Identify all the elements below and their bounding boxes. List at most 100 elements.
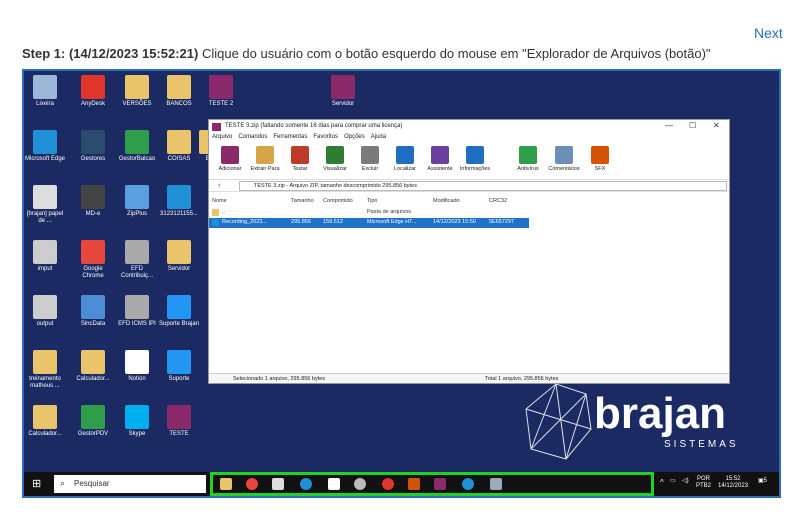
toolbar-button[interactable]: Testar <box>283 146 317 172</box>
app-shortcut-icon <box>81 350 105 374</box>
desktop-icon[interactable]: EFD ICMS IPI <box>116 295 158 328</box>
search-box[interactable]: ⌕ Pesquisar <box>54 475 206 493</box>
toolbar-button[interactable]: Visualizar <box>318 146 352 172</box>
clock[interactable]: 15:52 14/12/2023 <box>718 476 748 490</box>
taskbar: ⊞ ⌕ Pesquisar ^ ▭ ◁) POR PTB2 15:52 14/1… <box>24 472 779 496</box>
column-header[interactable]: Tipo <box>367 198 378 204</box>
toolbar-button[interactable]: Extrair Para <box>248 146 282 172</box>
windows-start-icon[interactable]: ⊞ <box>32 478 44 490</box>
desktop-icon[interactable]: Notion <box>116 350 158 383</box>
app-shortcut-icon <box>33 75 57 99</box>
address-bar: ↑ TESTE 3.zip - Arquivo ZIP, tamanho des… <box>209 180 729 192</box>
maximize-icon[interactable]: ☐ <box>689 121 696 130</box>
column-header[interactable]: Modificado <box>433 198 460 204</box>
desktop-icon[interactable]: Servidor <box>158 240 200 273</box>
menu-item[interactable]: Favoritos <box>313 134 338 140</box>
status-left: Selecionado 1 arquivo, 295.856 bytes <box>233 376 326 382</box>
settings-gear-icon[interactable] <box>354 478 366 490</box>
desktop-icon[interactable]: Suporte <box>158 350 200 383</box>
app2-icon[interactable] <box>490 478 502 490</box>
close-icon[interactable]: ✕ <box>713 121 720 130</box>
toolbar-icon <box>591 146 609 164</box>
toolbar-icon <box>291 146 309 164</box>
toolbar-button[interactable]: Comentários <box>547 146 581 172</box>
desktop-icon[interactable]: Google Chrome <box>72 240 114 280</box>
desktop-icon[interactable]: ZipPlus <box>116 185 158 218</box>
desktop-icon[interactable]: EFD Contribuiç... <box>116 240 158 280</box>
desktop-icon[interactable]: Microsoft Edge <box>24 130 66 163</box>
desktop-icon[interactable]: Gestores <box>72 130 114 163</box>
toolbar-button[interactable]: SFX <box>583 146 617 172</box>
step-title: Step 1: (14/12/2023 15:52:21) <box>22 46 199 61</box>
task-view-icon[interactable] <box>272 478 284 490</box>
desktop-icon[interactable]: output <box>24 295 66 328</box>
desktop-icon-label: Servidor <box>331 101 355 107</box>
next-link[interactable]: Next <box>754 25 783 41</box>
desktop-icon[interactable]: Skype <box>116 405 158 438</box>
toolbar-button[interactable]: Localizar <box>388 146 422 172</box>
toolbar-button[interactable]: Adicionar <box>213 146 247 172</box>
column-header[interactable]: CRC32 <box>489 198 507 204</box>
app-shortcut-icon <box>81 75 105 99</box>
desktop-icon[interactable]: Calculador... <box>24 405 66 438</box>
desktop-icon-label: Google Chrome <box>82 266 104 279</box>
app-shortcut-icon <box>125 130 149 154</box>
menu-item[interactable]: Ferramentas <box>273 134 307 140</box>
menu-item[interactable]: Ajuda <box>371 134 386 140</box>
desktop-icon[interactable]: TESTE <box>158 405 200 438</box>
toolbar-button[interactable]: Assistente <box>423 146 457 172</box>
window-titlebar: TESTE 3.zip (faltando somente 16 dias pa… <box>209 120 729 134</box>
desktop-icon[interactable]: GestorPDV <box>72 405 114 438</box>
column-header[interactable]: Comprimido <box>323 198 353 204</box>
desktop-icon[interactable]: 3123121155... <box>158 185 200 218</box>
desktop-icon[interactable]: Calculador... <box>72 350 114 383</box>
toolbar-button[interactable]: Antivírus <box>511 146 545 172</box>
toolbar-icon <box>326 146 344 164</box>
desktop-icon[interactable]: AnyDesk <box>72 75 114 108</box>
chrome-icon[interactable] <box>246 478 258 490</box>
column-header[interactable]: Tamanho <box>291 198 314 204</box>
table-row[interactable]: Recording_2023... 295.856 159.512 Microsoft… <box>209 218 529 228</box>
clock-date: 14/12/2023 <box>718 483 749 490</box>
window-title: TESTE 3.zip (faltando somente 16 dias pa… <box>225 123 403 129</box>
menu-item[interactable]: Arquivo <box>212 134 232 140</box>
desktop-icon[interactable]: SincData <box>72 295 114 328</box>
toolbar-button[interactable]: Informações <box>458 146 492 172</box>
desktop-icon[interactable]: TESTE 2 <box>200 75 242 108</box>
edge-taskbar-icon[interactable] <box>462 478 474 490</box>
toolbar-button[interactable]: Excluir <box>353 146 387 172</box>
path-field[interactable]: TESTE 3.zip - Arquivo ZIP, tamanho desco… <box>239 181 727 191</box>
notion-icon[interactable] <box>328 478 340 490</box>
file-explorer-icon[interactable] <box>220 478 232 490</box>
network-icon[interactable]: ▭ <box>670 478 676 485</box>
desktop-icon[interactable]: Suporte Brajan <box>158 295 200 328</box>
desktop-icon[interactable]: MD-e <box>72 185 114 218</box>
desktop-icon[interactable]: Servidor <box>322 75 364 108</box>
desktop-icon[interactable]: Lixeira <box>24 75 66 108</box>
menu-item[interactable]: Comandos <box>238 134 267 140</box>
cell-crc: 5E657297 <box>489 219 515 225</box>
app-shortcut-icon <box>33 405 57 429</box>
toolbar-icon <box>256 146 274 164</box>
winrar-taskbar-icon[interactable] <box>434 478 446 490</box>
up-arrow-icon[interactable]: ↑ <box>217 181 221 190</box>
desktop-icon-label: TESTE <box>169 431 189 437</box>
volume-icon[interactable]: ◁) <box>682 478 689 485</box>
menu-item[interactable]: Opções <box>344 134 365 140</box>
tray-chevron-icon[interactable]: ^ <box>660 478 664 488</box>
app-icon[interactable] <box>408 478 420 490</box>
table-row[interactable]: .. Pasta de arquivos <box>209 208 529 218</box>
desktop-icon[interactable]: VERSÕES <box>116 75 158 108</box>
desktop-icon[interactable]: [brajan] papel de ... <box>24 185 66 225</box>
column-header[interactable]: Nome <box>212 198 227 204</box>
minimize-icon[interactable]: — <box>665 121 673 130</box>
desktop-icon[interactable]: GestorBalcao <box>116 130 158 163</box>
folder-icon <box>212 209 219 216</box>
desktop-icon[interactable]: imput <box>24 240 66 273</box>
language-indicator[interactable]: POR PTB2 <box>696 476 711 490</box>
record-icon[interactable] <box>382 478 394 490</box>
desktop-icon[interactable]: treinamento matheus ... <box>24 350 66 390</box>
desktop-icon[interactable]: BANCOS <box>158 75 200 108</box>
notification-icon[interactable]: ▣5 <box>758 478 767 485</box>
edge-icon[interactable] <box>300 478 312 490</box>
